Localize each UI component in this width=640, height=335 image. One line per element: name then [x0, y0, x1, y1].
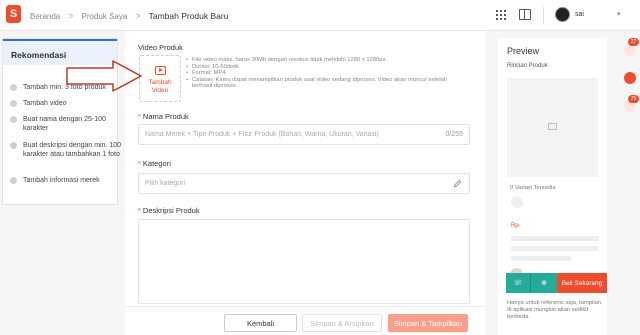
recommendation-item: Tambah video	[10, 99, 123, 108]
camera-icon	[548, 123, 557, 130]
video-note: Durasi: 10-60detik	[186, 64, 466, 71]
shipping-icon	[511, 196, 523, 208]
breadcrumb-separator: >	[135, 11, 141, 21]
preview-buy-bar: ☏ ⊕ Beli Sekarang	[506, 273, 607, 293]
preview-image-placeholder	[507, 78, 598, 177]
recommendation-text: Tambah video	[23, 100, 67, 107]
back-button[interactable]: Kembali	[224, 314, 297, 332]
category-label-text: Kategori	[142, 159, 171, 168]
recommendation-text: Buat deskripsi dengan min. 100 karakter …	[23, 142, 122, 158]
video-note: File video maks. harus 30Mb dengan resol…	[186, 57, 466, 64]
logo-letter: S	[9, 8, 18, 20]
character-counter: 0/255	[445, 131, 463, 138]
product-name-label-text: Nama Produk	[142, 112, 189, 121]
preview-title: Preview	[507, 46, 540, 56]
required-mark: *	[138, 159, 141, 168]
preview-price: Rp-	[511, 223, 521, 229]
video-note: Catatan: Kamu dapat menampilkan produk s…	[186, 77, 466, 90]
recommendation-item: Buat deskripsi dengan min. 100 karakter …	[10, 141, 123, 159]
product-name-label: * Nama Produk	[138, 112, 189, 121]
check-circle-icon	[10, 177, 17, 184]
add-video-label: Tambah Video	[148, 79, 172, 94]
description-label: * Deskripsi Produk	[138, 206, 200, 215]
video-label: Video Produk	[138, 43, 183, 52]
message-float-icon[interactable]: 75	[624, 95, 639, 112]
required-mark: *	[138, 112, 141, 121]
video-icon	[155, 66, 166, 75]
breadcrumb: Beranda > Produk Saya > Tambah Produk Ba…	[30, 11, 228, 21]
recommendation-item: Buat nama dengan 25-100 karakter	[10, 115, 123, 133]
action-bar: Kembali Simpan & Arsipkan Simpan & Tampi…	[125, 306, 485, 335]
add-video-button[interactable]: Tambah Video	[139, 55, 181, 102]
cart-icon: ⊕	[530, 273, 557, 293]
top-navigation-bar: S Beranda > Produk Saya > Tambah Produk …	[0, 0, 640, 31]
breadcrumb-home[interactable]: Beranda	[30, 12, 60, 21]
skeleton-line	[511, 246, 599, 251]
category-select[interactable]: Pilih kategori	[138, 173, 470, 194]
avatar[interactable]	[555, 7, 570, 22]
skeleton-line	[511, 236, 599, 241]
description-label-text: Deskripsi Produk	[142, 206, 200, 215]
video-note: Format: MP4	[186, 70, 466, 77]
preview-subtitle: Rincian Produk	[507, 63, 548, 69]
check-circle-icon	[10, 142, 17, 149]
check-circle-icon	[10, 100, 17, 107]
chat-icon: ☏	[506, 273, 530, 293]
save-publish-button[interactable]: Simpan & Tampilkan	[388, 314, 468, 332]
video-requirements: File video maks. harus 30Mb dengan resol…	[186, 57, 466, 90]
book-icon[interactable]	[519, 9, 531, 20]
check-circle-icon	[10, 116, 17, 123]
breadcrumb-current: Tambah Produk Baru	[148, 11, 229, 21]
chat-float-icon[interactable]: 27	[624, 38, 639, 56]
required-mark: *	[138, 206, 141, 215]
preview-panel: Preview Rincian Produk 0 Variasi Tersedi…	[498, 38, 607, 335]
notification-badge: 75	[628, 95, 639, 103]
apps-grid-icon[interactable]	[496, 10, 506, 20]
help-float-icon[interactable]	[624, 72, 636, 84]
recommendation-text: Buat nama dengan 25-100 karakter	[23, 116, 106, 132]
product-name-placeholder: Nama Merek + Tipe Produk + Fitur Produk …	[145, 131, 379, 138]
notification-badge: 27	[628, 38, 639, 46]
recommendation-item: Tambah informasi merek	[10, 176, 123, 185]
product-name-input[interactable]: Nama Merek + Tipe Produk + Fitur Produk …	[138, 124, 470, 145]
preview-note: Hanya untuk referensi saja, tampilan di …	[507, 300, 602, 321]
category-placeholder: Pilih kategori	[145, 180, 186, 187]
breadcrumb-separator: >	[68, 11, 74, 21]
description-textarea[interactable]	[138, 219, 470, 304]
pencil-icon	[453, 179, 462, 188]
recommendation-text: Tambah informasi merek	[23, 177, 100, 184]
shopee-logo[interactable]: S	[6, 5, 21, 23]
category-label: * Kategori	[138, 159, 171, 168]
divider	[543, 7, 544, 24]
username[interactable]: sai	[575, 11, 584, 18]
product-form: Video Produk Tambah Video File video mak…	[125, 31, 485, 335]
save-archive-button[interactable]: Simpan & Arsipkan	[302, 314, 382, 332]
annotation-arrow	[66, 60, 142, 92]
variants-count: 0 Variasi Tersedia	[510, 185, 556, 191]
breadcrumb-my-products[interactable]: Produk Saya	[82, 12, 128, 21]
check-circle-icon	[10, 84, 17, 91]
chevron-down-icon[interactable]: ▾	[617, 10, 621, 18]
buy-now-button: Beli Sekarang	[557, 273, 607, 293]
skeleton-line	[511, 256, 571, 261]
